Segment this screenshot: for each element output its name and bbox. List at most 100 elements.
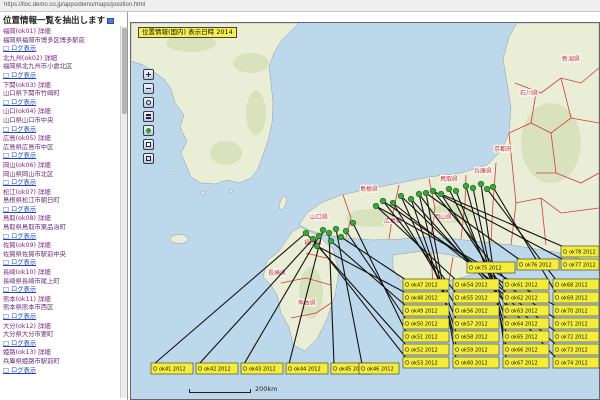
map-marker[interactable] xyxy=(489,183,497,191)
fullscreen-button[interactable] xyxy=(143,153,154,164)
callout-label[interactable]: ok47 2012 xyxy=(402,278,450,291)
callout-label[interactable]: ok65 2012 xyxy=(502,330,550,343)
map-marker[interactable] xyxy=(337,233,345,241)
callout-label[interactable]: ok54 2012 xyxy=(452,278,500,291)
map-marker[interactable] xyxy=(313,242,321,250)
map-marker[interactable] xyxy=(452,187,460,195)
map-marker[interactable] xyxy=(309,235,317,243)
sidebar-scrollbar[interactable] xyxy=(120,26,127,398)
callout-label[interactable]: ok43 2012 xyxy=(240,362,284,375)
item-log-link[interactable]: □ ログ表示 xyxy=(3,72,119,81)
list-item[interactable]: 松江(ok07) 詳細 島根県松江市朝日町 □ ログ表示 xyxy=(3,189,119,215)
callout-label[interactable]: ok69 2012 xyxy=(552,291,599,304)
list-item[interactable]: 広島(ok05) 詳細 広島県広島市中区 □ ログ表示 xyxy=(3,135,119,161)
callout-label[interactable]: ok50 2012 xyxy=(402,317,450,330)
callout-label[interactable]: ok62 2012 xyxy=(502,291,550,304)
map-marker[interactable] xyxy=(325,229,333,237)
item-log-link[interactable]: □ ログ表示 xyxy=(3,367,119,376)
map-marker[interactable] xyxy=(462,182,470,190)
list-item[interactable]: 岡山(ok06) 詳細 岡山県岡山市北区 □ ログ表示 xyxy=(3,162,119,188)
callout-label[interactable]: ok49 2012 xyxy=(402,304,450,317)
map-marker[interactable] xyxy=(389,199,397,207)
map-marker[interactable] xyxy=(349,219,357,227)
list-item[interactable]: 北九州(ok02) 詳細 福岡県北九州市小倉北区 □ ログ表示 xyxy=(3,55,119,81)
list-item[interactable]: 大分(ok12) 詳細 大分県大分市要町 □ ログ表示 xyxy=(3,323,119,349)
item-log-link[interactable]: □ ログ表示 xyxy=(3,126,119,135)
item-log-link[interactable]: □ ログ表示 xyxy=(3,233,119,242)
callout-label[interactable]: ok72 2012 xyxy=(552,330,599,343)
callout-label[interactable]: ok44 2012 xyxy=(285,362,329,375)
list-item[interactable]: 下関(ok03) 詳細 山口県下関市竹崎町 □ ログ表示 xyxy=(3,82,119,108)
callout-label[interactable]: ok66 2012 xyxy=(502,343,550,356)
callout-label[interactable]: ok51 2012 xyxy=(402,330,450,343)
map-marker[interactable] xyxy=(332,225,340,233)
callout-label[interactable]: ok48 2012 xyxy=(402,291,450,304)
callout-label[interactable]: ok76 2012 xyxy=(516,258,560,271)
callout-label[interactable]: ok53 2012 xyxy=(402,356,450,369)
callout-label[interactable]: ok64 2012 xyxy=(502,317,550,330)
scrollbar-thumb[interactable] xyxy=(122,28,127,114)
item-log-link[interactable]: □ ログ表示 xyxy=(3,152,119,161)
callout-label[interactable]: ok77 2012 xyxy=(560,258,599,271)
map-marker[interactable] xyxy=(315,232,323,240)
item-log-link[interactable]: □ ログ表示 xyxy=(3,259,119,268)
map-marker[interactable] xyxy=(372,202,380,210)
map-marker[interactable] xyxy=(469,184,477,192)
callout-label[interactable]: ok75 2012 xyxy=(466,261,516,274)
map-marker[interactable] xyxy=(319,226,327,234)
callout-label[interactable]: ok71 2012 xyxy=(552,317,599,330)
callout-label[interactable]: ok57 2012 xyxy=(452,317,500,330)
callout-label[interactable]: ok59 2012 xyxy=(452,343,500,356)
list-item[interactable]: 姫路(ok13) 詳細 兵庫県姫路市駅前町 □ ログ表示 xyxy=(3,349,119,375)
callout-label[interactable]: ok41 2012 xyxy=(150,362,194,375)
callout-label[interactable]: ok56 2012 xyxy=(452,304,500,317)
map-marker[interactable] xyxy=(429,187,437,195)
list-item[interactable]: 長崎(ok10) 詳細 長崎県長崎市尾上町 □ ログ表示 xyxy=(3,269,119,295)
callout-label[interactable]: ok46 2012 xyxy=(358,362,400,375)
list-item[interactable]: 山口(ok04) 詳細 山口県山口市中央 □ ログ表示 xyxy=(3,108,119,134)
map-marker[interactable] xyxy=(422,189,430,197)
map-marker[interactable] xyxy=(407,195,415,203)
item-log-link[interactable]: □ ログ表示 xyxy=(3,286,119,295)
map-marker[interactable] xyxy=(327,237,335,245)
callout-label[interactable]: ok63 2012 xyxy=(502,304,550,317)
info-icon[interactable] xyxy=(107,17,115,24)
callout-label[interactable]: ok78 2012 xyxy=(560,245,599,258)
map-marker[interactable] xyxy=(445,185,453,193)
callout-label[interactable]: ok58 2012 xyxy=(452,330,500,343)
map-marker[interactable] xyxy=(342,227,350,235)
callout-label[interactable]: ok68 2012 xyxy=(552,278,599,291)
callout-label[interactable]: ok74 2012 xyxy=(552,356,599,369)
item-log-link[interactable]: □ ログ表示 xyxy=(3,340,119,349)
layer-button[interactable] xyxy=(143,111,154,122)
zoom-out-button[interactable] xyxy=(143,83,154,94)
callout-label[interactable]: ok67 2012 xyxy=(502,356,550,369)
pan-button[interactable] xyxy=(143,97,154,108)
print-button[interactable] xyxy=(143,139,154,150)
callout-label[interactable]: ok70 2012 xyxy=(552,304,599,317)
callout-label[interactable]: ok55 2012 xyxy=(452,291,500,304)
item-log-link[interactable]: □ ログ表示 xyxy=(3,45,119,54)
item-log-link[interactable]: □ ログ表示 xyxy=(3,99,119,108)
map-marker[interactable] xyxy=(302,229,310,237)
callout-label[interactable]: ok60 2012 xyxy=(452,356,500,369)
list-item[interactable]: 鳥取(ok08) 詳細 鳥取県鳥取市東品治町 □ ログ表示 xyxy=(3,215,119,241)
map-marker[interactable] xyxy=(437,190,445,198)
item-log-link[interactable]: □ ログ表示 xyxy=(3,206,119,215)
map-view[interactable]: 山口県島根県広島県鳥取県岡山県兵庫県京都府石川県新潟県福岡県長崎県熊本県 ok4… xyxy=(130,22,600,400)
map-marker[interactable] xyxy=(415,190,423,198)
callout-label[interactable]: ok42 2012 xyxy=(195,362,239,375)
map-marker[interactable] xyxy=(477,180,485,188)
callout-label[interactable]: ok52 2012 xyxy=(402,343,450,356)
map-marker[interactable] xyxy=(379,197,387,205)
item-log-link[interactable]: □ ログ表示 xyxy=(3,313,119,322)
list-item[interactable]: 熊本(ok11) 詳細 熊本県熊本市西区 □ ログ表示 xyxy=(3,296,119,322)
map-marker[interactable] xyxy=(397,192,405,200)
address-bar[interactable]: https://lloc.demo.co.jp/apps/demo/maps/p… xyxy=(0,0,600,12)
map-canvas[interactable]: 山口県島根県広島県鳥取県岡山県兵庫県京都府石川県新潟県福岡県長崎県熊本県 ok4… xyxy=(131,23,599,399)
callout-label[interactable]: ok61 2012 xyxy=(502,278,550,291)
list-item[interactable]: 福岡(ok01) 詳細 福岡県福岡市博多区博多駅前 □ ログ表示 xyxy=(3,28,119,54)
item-log-link[interactable]: □ ログ表示 xyxy=(3,179,119,188)
list-item[interactable]: 佐賀(ok09) 詳細 佐賀県佐賀市駅前中央 □ ログ表示 xyxy=(3,242,119,268)
callout-label[interactable]: ok73 2012 xyxy=(552,343,599,356)
